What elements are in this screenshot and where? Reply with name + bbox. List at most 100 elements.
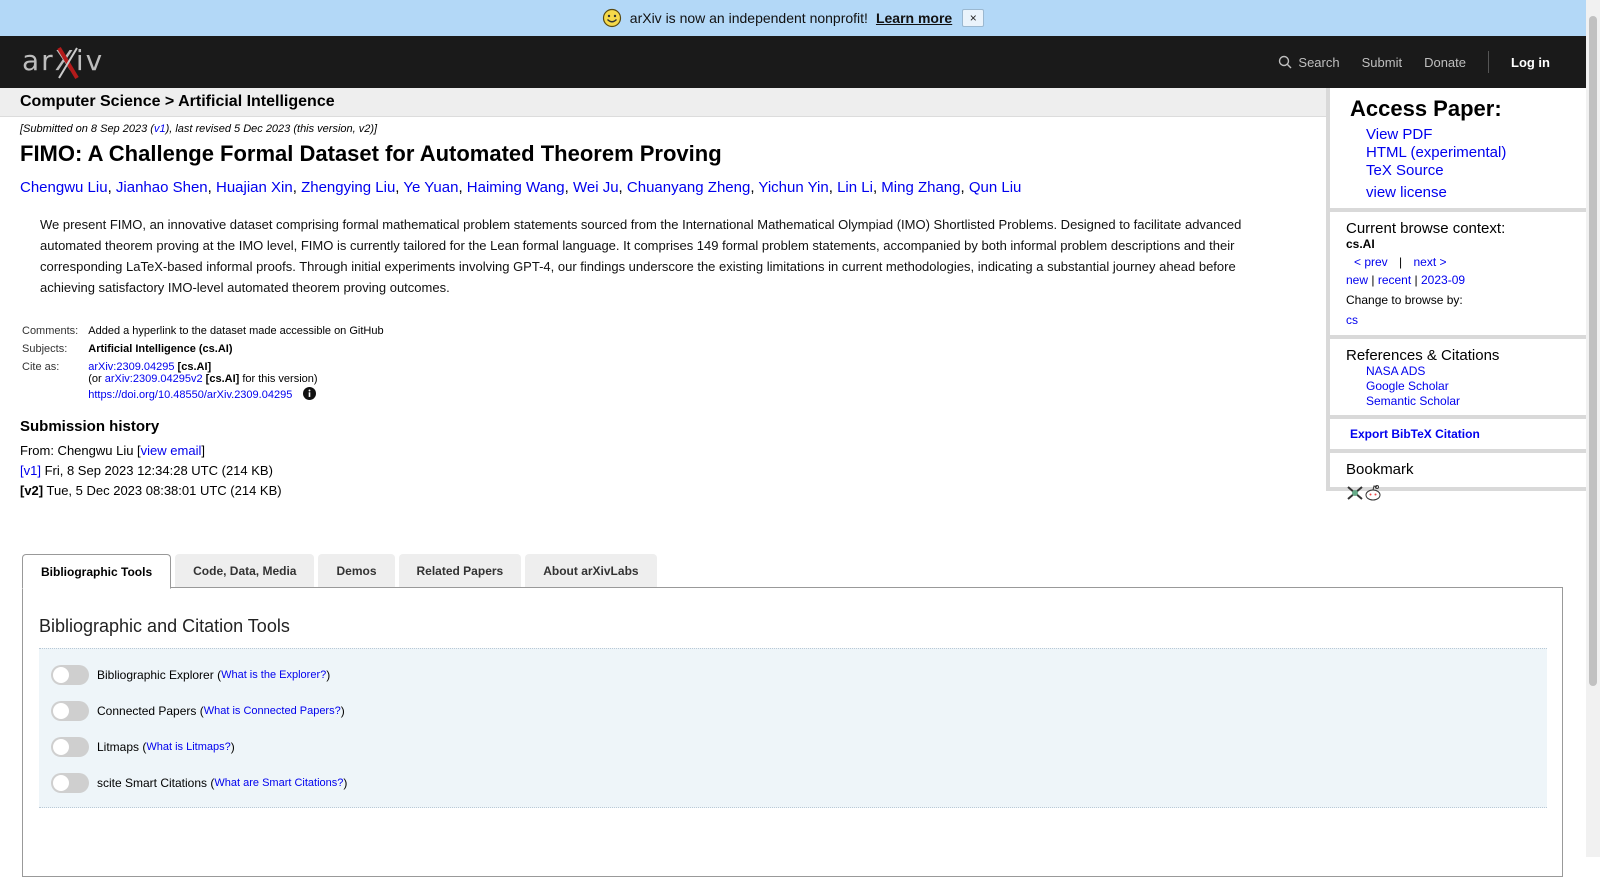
connected-papers-toggle[interactable] bbox=[51, 701, 89, 721]
dateline-suffix: ), last revised 5 Dec 2023 (this version… bbox=[165, 123, 378, 135]
author-link[interactable]: Yichun Yin bbox=[758, 179, 828, 196]
tab-related-papers[interactable]: Related Papers bbox=[398, 554, 522, 588]
browse-context-section: Current browse context: cs.AI < prev | n… bbox=[1330, 212, 1586, 339]
bibliographic-explorer-toggle[interactable] bbox=[51, 665, 89, 685]
view-pdf-link[interactable]: View PDF bbox=[1366, 126, 1574, 144]
page-scrollbar[interactable] bbox=[1586, 0, 1600, 857]
new-link[interactable]: new bbox=[1346, 273, 1368, 287]
announcement-banner: arXiv is now an independent nonprofit! L… bbox=[0, 0, 1586, 36]
tool-connected-papers: Connected Papers (What is Connected Pape… bbox=[51, 701, 345, 721]
tab-about-arxivlabs[interactable]: About arXivLabs bbox=[525, 554, 657, 588]
browse-cs-link[interactable]: cs bbox=[1346, 313, 1358, 327]
close-banner-button[interactable]: × bbox=[962, 9, 985, 27]
google-scholar-link[interactable]: Google Scholar bbox=[1366, 379, 1574, 394]
author-link[interactable]: Qun Liu bbox=[969, 179, 1022, 196]
submit-link[interactable]: Submit bbox=[1362, 55, 1402, 70]
subjects-label: Subjects: bbox=[22, 343, 68, 355]
recent-month-divider: | bbox=[1414, 273, 1418, 287]
donate-link[interactable]: Donate bbox=[1424, 55, 1466, 70]
author-separator: , bbox=[107, 179, 116, 196]
author-separator: , bbox=[618, 179, 627, 196]
change-browse-label: Change to browse by: bbox=[1346, 293, 1463, 307]
history-v1: [v1] Fri, 8 Sep 2023 12:34:28 UTC (214 K… bbox=[20, 461, 1320, 481]
author-link[interactable]: Chuanyang Zheng bbox=[627, 179, 750, 196]
cite-v2-category: [cs.AI] bbox=[205, 373, 240, 385]
learn-more-link[interactable]: Learn more bbox=[876, 10, 952, 26]
month-link[interactable]: 2023-09 bbox=[1421, 273, 1465, 287]
history-v2-text: Tue, 5 Dec 2023 08:38:01 UTC (214 KB) bbox=[43, 483, 282, 498]
recent-link[interactable]: recent bbox=[1378, 273, 1411, 287]
browse-context-value: cs.AI bbox=[1346, 237, 1375, 251]
view-license-link[interactable]: view license bbox=[1366, 184, 1574, 202]
new-recent-divider: | bbox=[1371, 273, 1375, 287]
header-nav: Search Submit Donate Log in bbox=[1256, 36, 1550, 88]
tool-help-link[interactable]: What is Litmaps? bbox=[146, 741, 230, 753]
tab-code-data-media[interactable]: Code, Data, Media bbox=[175, 554, 315, 588]
login-link[interactable]: Log in bbox=[1511, 55, 1550, 70]
doi-link[interactable]: https://doi.org/10.48550/arXiv.2309.0429… bbox=[88, 389, 292, 401]
cite-value: arXiv:2309.04295 [cs.AI] (or arXiv:2309.… bbox=[86, 358, 387, 404]
prev-link[interactable]: < prev bbox=[1354, 255, 1388, 269]
search-link[interactable]: Search bbox=[1278, 54, 1340, 70]
references-section: References & Citations NASA ADS Google S… bbox=[1330, 339, 1586, 419]
search-label: Search bbox=[1298, 54, 1340, 70]
tool-scite: scite Smart Citations (What are Smart Ci… bbox=[51, 773, 347, 793]
tool-help-link[interactable]: What is Connected Papers? bbox=[204, 705, 341, 717]
tool-help-link[interactable]: What is the Explorer? bbox=[221, 669, 326, 681]
html-experimental-link[interactable]: HTML (experimental) bbox=[1366, 144, 1574, 162]
tex-source-link[interactable]: TeX Source bbox=[1366, 162, 1574, 180]
submission-history: From: Chengwu Liu [view email] [v1] Fri,… bbox=[20, 441, 1320, 501]
tools-title: Bibliographic and Citation Tools bbox=[39, 616, 290, 636]
author-link[interactable]: Lin Li bbox=[837, 179, 873, 196]
dateline-v1-link[interactable]: v1 bbox=[154, 123, 166, 135]
prev-next-divider: | bbox=[1399, 255, 1403, 269]
breadcrumb: Computer Science > Artificial Intelligen… bbox=[0, 88, 1326, 117]
tab-panel: Bibliographic and Citation Tools Bibliog… bbox=[22, 587, 1563, 877]
comments-label: Comments: bbox=[22, 325, 79, 337]
from-prefix: From: Chengwu Liu [ bbox=[20, 443, 141, 458]
author-link[interactable]: Ye Yuan bbox=[403, 179, 458, 196]
metadata-table: Comments: Added a hyperlink to the datas… bbox=[20, 322, 388, 404]
author-link[interactable]: Ming Zhang bbox=[881, 179, 960, 196]
author-link[interactable]: Haiming Wang bbox=[467, 179, 565, 196]
author-separator: , bbox=[458, 179, 467, 196]
semantic-scholar-link[interactable]: Semantic Scholar bbox=[1366, 394, 1574, 409]
tool-bibliographic-explorer: Bibliographic Explorer (What is the Expl… bbox=[51, 665, 330, 685]
cite-id-link[interactable]: arXiv:2309.04295 bbox=[88, 361, 174, 373]
tool-label: scite Smart Citations bbox=[97, 776, 208, 790]
dateline-prefix: [Submitted on 8 Sep 2023 ( bbox=[20, 123, 154, 135]
author-separator: , bbox=[828, 179, 838, 196]
right-sidebar: Access Paper: View PDF HTML (experimenta… bbox=[1326, 88, 1586, 501]
tool-label: Bibliographic Explorer bbox=[97, 668, 214, 682]
info-icon[interactable] bbox=[303, 387, 317, 400]
tab-demos[interactable]: Demos bbox=[318, 554, 395, 588]
scrollbar-thumb[interactable] bbox=[1589, 16, 1597, 686]
author-link[interactable]: Chengwu Liu bbox=[20, 179, 108, 196]
tab-bibliographic-tools[interactable]: Bibliographic Tools bbox=[22, 554, 172, 589]
history-v1-link[interactable]: [v1] bbox=[20, 463, 41, 478]
litmaps-toggle[interactable] bbox=[51, 737, 89, 757]
cite-category: [cs.AI] bbox=[177, 361, 212, 373]
arxiv-logo[interactable]: arXiv bbox=[22, 42, 112, 82]
export-bibtex-link[interactable]: Export BibTeX Citation bbox=[1350, 427, 1480, 441]
cite-v2-link[interactable]: arXiv:2309.04295v2 bbox=[105, 373, 203, 385]
bibsonomy-icon[interactable] bbox=[1346, 484, 1364, 502]
next-link[interactable]: next > bbox=[1414, 255, 1447, 269]
bookmark-section: Bookmark bbox=[1330, 453, 1586, 508]
tools-box: Bibliographic Explorer (What is the Expl… bbox=[39, 648, 1547, 808]
tool-help-link[interactable]: What are Smart Citations? bbox=[214, 777, 343, 789]
cite-or: (or bbox=[88, 373, 105, 385]
author-link[interactable]: Jianhao Shen bbox=[116, 179, 208, 196]
author-link[interactable]: Wei Ju bbox=[573, 179, 619, 196]
abstract: We present FIMO, an innovative dataset c… bbox=[40, 217, 1242, 295]
bibtex-section: Export BibTeX Citation bbox=[1330, 419, 1586, 453]
browse-context-title: Current browse context: bbox=[1346, 220, 1506, 237]
view-email-link[interactable]: view email bbox=[141, 443, 202, 458]
scite-toggle[interactable] bbox=[51, 773, 89, 793]
author-separator: , bbox=[207, 179, 216, 196]
nasa-ads-link[interactable]: NASA ADS bbox=[1366, 364, 1574, 379]
reddit-icon[interactable] bbox=[1364, 484, 1382, 502]
history-from: From: Chengwu Liu [view email] bbox=[20, 441, 1320, 461]
author-link[interactable]: Zhengying Liu bbox=[301, 179, 395, 196]
author-link[interactable]: Huajian Xin bbox=[216, 179, 293, 196]
